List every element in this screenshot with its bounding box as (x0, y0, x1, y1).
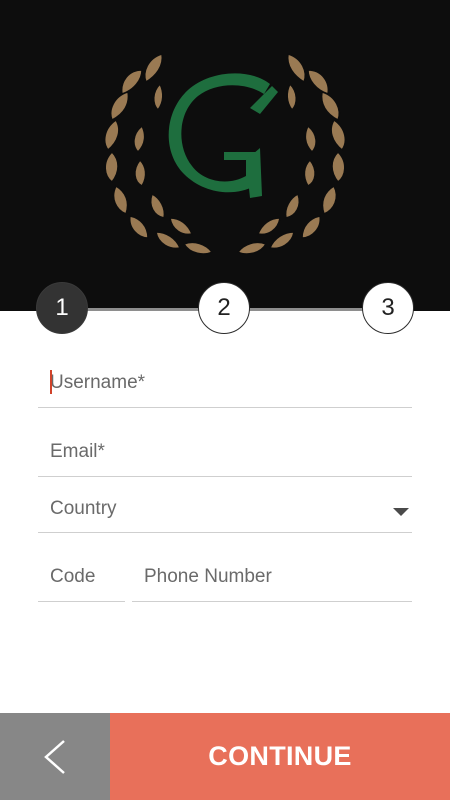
step-2[interactable]: 2 (198, 282, 250, 334)
code-field[interactable] (38, 553, 125, 602)
dropdown-arrow-icon (393, 508, 409, 516)
code-input[interactable] (38, 553, 125, 601)
text-cursor (50, 370, 52, 394)
country-select-label: Country (50, 498, 117, 519)
email-field[interactable] (38, 427, 412, 477)
username-field[interactable] (38, 358, 412, 408)
continue-button[interactable]: CONTINUE (110, 713, 450, 800)
back-button[interactable] (0, 713, 110, 800)
phone-input[interactable] (132, 553, 412, 601)
step-1[interactable]: 1 (36, 282, 88, 334)
email-input[interactable] (38, 427, 412, 476)
chevron-left-icon (44, 739, 65, 774)
header-banner (0, 0, 450, 311)
country-select[interactable]: Country (38, 486, 412, 533)
username-input[interactable] (38, 358, 412, 407)
step-3[interactable]: 3 (362, 282, 414, 334)
phone-field[interactable] (132, 553, 412, 602)
logo-wreath-icon (103, 53, 347, 255)
